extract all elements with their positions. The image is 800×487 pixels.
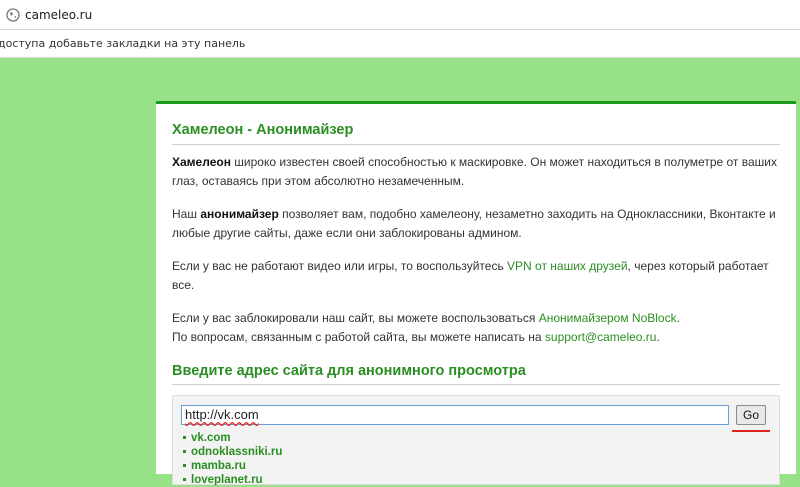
support-after: .	[656, 330, 660, 344]
bookmarks-hint: доступа добавьте закладки на эту панель	[0, 37, 246, 50]
paragraph-blocked: Если у вас заблокировали наш сайт, вы мо…	[172, 309, 780, 347]
bullet-icon	[183, 464, 186, 468]
paragraph-intro: Хамелеон широко известен своей способнос…	[172, 153, 780, 191]
paragraph-anonymizer: Наш анонимайзер позволяет вам, подобно х…	[172, 205, 780, 243]
vpn-before: Если у вас не работают видео или игры, т…	[172, 259, 508, 273]
section-title: Введите адрес сайта для анонимного просм…	[172, 363, 780, 385]
url-form: http://vk.com Go vk.com odnoklassniki.ru…	[172, 395, 780, 487]
bullet-icon	[183, 450, 186, 454]
site-url-input[interactable]: http://vk.com	[181, 405, 729, 425]
site-label[interactable]: loveplanet.ru	[191, 474, 263, 486]
globe-icon[interactable]	[6, 7, 20, 22]
address-bar[interactable]: cameleo.ru	[0, 0, 800, 30]
noblock-link[interactable]: Анонимайзером NoBlock	[539, 311, 677, 325]
vpn-link[interactable]: VPN от наших друзей	[507, 259, 628, 273]
site-label[interactable]: odnoklassniki.ru	[191, 446, 282, 458]
main-panel: Хамелеон - Анонимайзер Хамелеон широко и…	[156, 101, 796, 486]
support-email-link[interactable]: support@cameleo.ru	[545, 330, 657, 344]
bookmarks-bar: доступа добавьте закладки на эту панель	[0, 30, 800, 58]
site-link-odnoklassniki[interactable]: odnoklassniki.ru	[183, 445, 282, 459]
intro-text: широко известен своей способностью к мас…	[172, 155, 777, 188]
go-red-underline	[732, 430, 770, 432]
url-text[interactable]: cameleo.ru	[25, 8, 92, 22]
support-before: По вопросам, связанным с работой сайта, …	[172, 330, 545, 344]
site-link-loveplanet[interactable]: loveplanet.ru	[183, 473, 282, 487]
page-title: Хамелеон - Анонимайзер	[172, 122, 780, 145]
bullet-icon	[183, 436, 186, 440]
anonymizer-bold: анонимайзер	[200, 207, 279, 221]
site-label[interactable]: vk.com	[191, 432, 231, 444]
go-button[interactable]: Go	[736, 405, 766, 425]
site-list: vk.com odnoklassniki.ru mamba.ru lovepla…	[183, 431, 282, 487]
intro-bold: Хамелеон	[172, 155, 231, 169]
anonymizer-before: Наш	[172, 207, 201, 221]
blocked-before: Если у вас заблокировали наш сайт, вы мо…	[172, 311, 539, 325]
paragraph-vpn: Если у вас не работают видео или игры, т…	[172, 257, 780, 295]
site-link-vk[interactable]: vk.com	[183, 431, 282, 445]
blocked-after: .	[676, 311, 680, 325]
site-label[interactable]: mamba.ru	[191, 460, 246, 472]
bullet-icon	[183, 478, 186, 482]
site-link-mamba[interactable]: mamba.ru	[183, 459, 282, 473]
site-url-value: http://vk.com	[185, 407, 259, 422]
